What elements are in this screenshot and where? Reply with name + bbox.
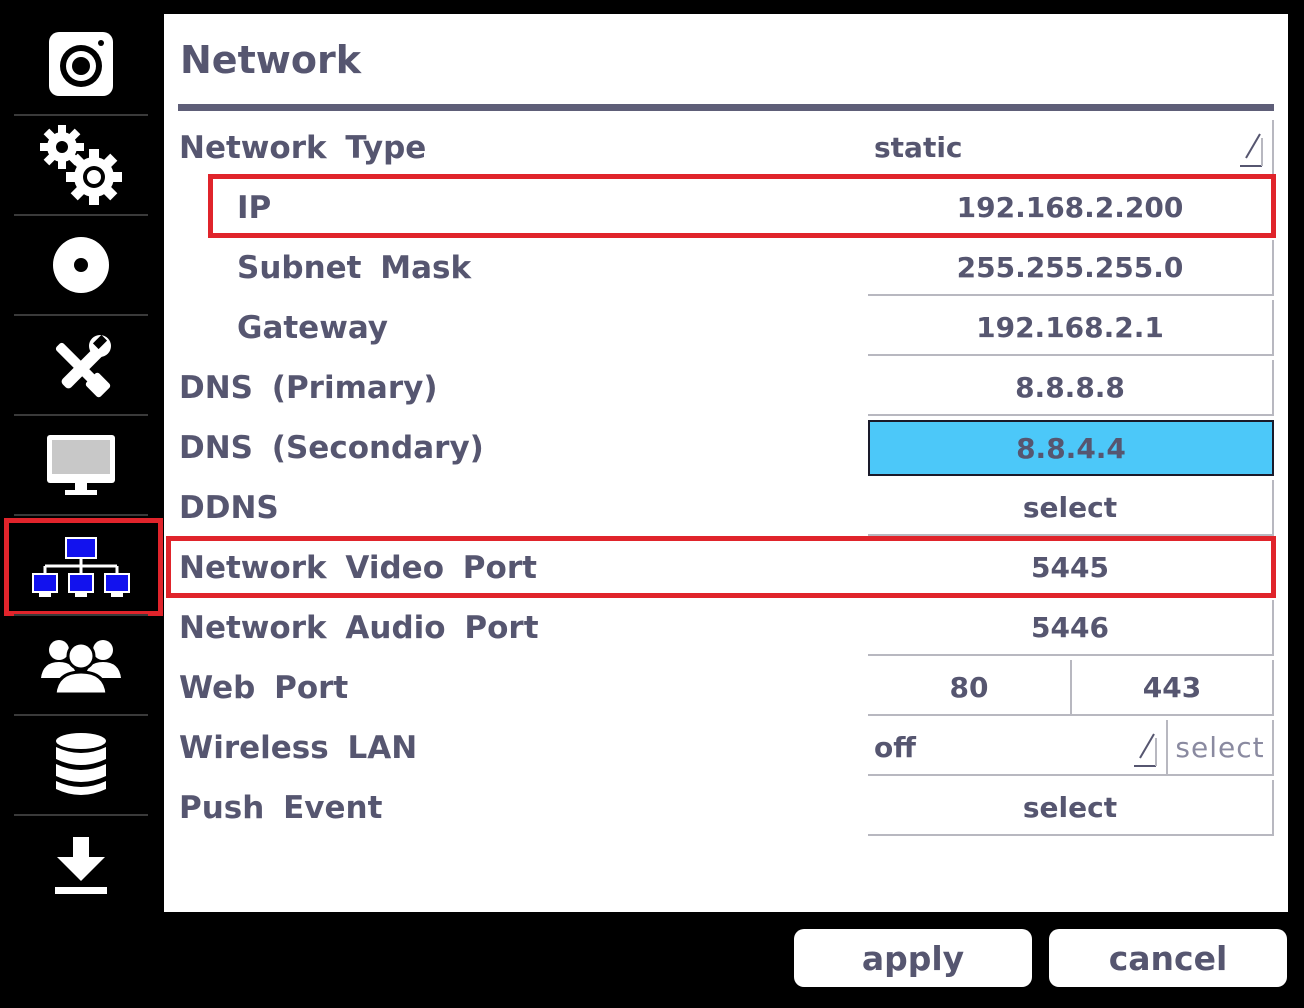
ip-row-highlight (208, 174, 1276, 238)
tools-icon (55, 334, 111, 398)
dns-primary-label: DNS (Primary) (179, 370, 438, 406)
cancel-button[interactable]: cancel (1049, 929, 1287, 987)
push-event-label: Push Event (179, 790, 383, 826)
audio-port-value: 5446 (1031, 610, 1109, 644)
ddns-label: DDNS (179, 490, 279, 526)
web-port-http-value: 80 (949, 670, 989, 704)
dropdown-corner-icon (1132, 730, 1158, 768)
ddns-select-button[interactable]: select (868, 480, 1274, 536)
sidebar-item-download[interactable] (14, 815, 148, 915)
dns-secondary-label: DNS (Secondary) (179, 430, 484, 466)
web-port-http-field[interactable]: 80 (868, 660, 1072, 716)
row-audio-port: Network Audio Port 5446 (164, 598, 1288, 658)
disc-icon (53, 237, 109, 293)
row-gateway: Gateway 192.168.2.1 (164, 298, 1288, 358)
row-push-event: Push Event select (164, 778, 1288, 838)
dropdown-corner-icon (1238, 130, 1264, 168)
download-icon (55, 837, 107, 894)
sidebar-item-disc[interactable] (14, 215, 148, 315)
monitor-icon (47, 435, 115, 495)
selected-nav-highlight (4, 518, 163, 616)
camera-icon (49, 32, 113, 96)
wireless-lan-value: off (874, 730, 916, 764)
row-wireless-lan: Wireless LAN off select (164, 718, 1288, 778)
web-port-https-value: 443 (1142, 670, 1202, 704)
network-type-select[interactable]: static (868, 120, 1274, 176)
wireless-lan-select[interactable]: off (868, 720, 1168, 776)
ddns-button-label: select (1022, 490, 1118, 524)
sidebar-item-tools[interactable] (14, 315, 148, 415)
title-divider (178, 104, 1274, 111)
push-event-select-button[interactable]: select (868, 780, 1274, 836)
database-icon (56, 733, 106, 795)
page-title: Network (180, 38, 361, 82)
subnet-mask-field[interactable]: 255.255.255.0 (868, 240, 1274, 296)
dns-primary-field[interactable]: 8.8.8.8 (868, 360, 1274, 416)
row-network-type: Network Type static (164, 118, 1288, 178)
wireless-lan-select-button[interactable]: select (1168, 720, 1274, 776)
sidebar-item-display[interactable] (14, 415, 148, 515)
row-subnet-mask: Subnet Mask 255.255.255.0 (164, 238, 1288, 298)
network-type-label: Network Type (179, 130, 427, 166)
dns-secondary-value: 8.8.4.4 (1016, 431, 1126, 465)
sidebar-item-users[interactable] (14, 615, 148, 715)
gateway-label: Gateway (237, 310, 389, 346)
web-port-https-field[interactable]: 443 (1072, 660, 1274, 716)
push-event-button-label: select (1022, 790, 1118, 824)
wireless-lan-button-label: select (1175, 730, 1265, 764)
gateway-field[interactable]: 192.168.2.1 (868, 300, 1274, 356)
network-type-value: static (874, 130, 963, 164)
sidebar-item-settings[interactable] (14, 115, 148, 215)
audio-port-label: Network Audio Port (179, 610, 539, 646)
gateway-value: 192.168.2.1 (976, 310, 1164, 344)
wireless-lan-label: Wireless LAN (179, 730, 418, 766)
row-dns-secondary: DNS (Secondary) 8.8.4.4 (164, 418, 1288, 478)
dns-primary-value: 8.8.8.8 (1015, 370, 1125, 404)
audio-port-field[interactable]: 5446 (868, 600, 1274, 656)
gears-icon (40, 125, 122, 205)
sidebar-item-camera[interactable] (14, 14, 148, 114)
row-dns-primary: DNS (Primary) 8.8.8.8 (164, 358, 1288, 418)
subnet-mask-label: Subnet Mask (237, 250, 472, 286)
sidebar (0, 0, 163, 920)
web-port-label: Web Port (179, 670, 349, 706)
row-ddns: DDNS select (164, 478, 1288, 538)
row-web-port: Web Port 80 443 (164, 658, 1288, 718)
subnet-mask-value: 255.255.255.0 (956, 250, 1184, 284)
dns-secondary-field[interactable]: 8.8.4.4 (868, 420, 1274, 476)
users-icon (41, 640, 121, 696)
sidebar-item-storage[interactable] (14, 715, 148, 815)
apply-button[interactable]: apply (794, 929, 1032, 987)
settings-panel: Network Network Type static IP 192.168.2… (164, 14, 1288, 912)
video-port-row-highlight (166, 536, 1276, 598)
